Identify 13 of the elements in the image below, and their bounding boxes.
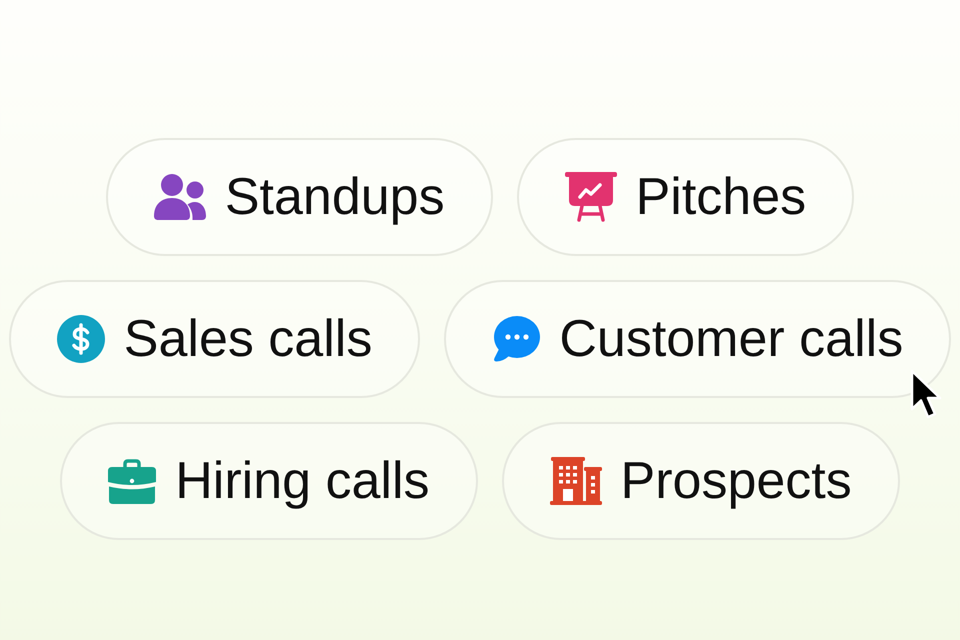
category-chip[interactable]: Prospects — [502, 422, 900, 540]
category-chip[interactable]: Pitches — [516, 138, 854, 256]
category-chip[interactable]: Customer calls — [444, 280, 952, 398]
chat-bubble-icon — [492, 316, 540, 362]
dollar-coin-icon — [56, 315, 105, 363]
category-chip[interactable]: Hiring calls — [60, 422, 478, 540]
presentation-board-icon — [564, 172, 617, 222]
building-icon — [550, 457, 602, 505]
category-chip[interactable]: Sales calls — [8, 280, 420, 398]
briefcase-icon — [108, 458, 156, 504]
mouse-pointer-icon — [909, 367, 943, 421]
category-chip[interactable]: Standups — [106, 138, 493, 256]
people-icon — [154, 174, 206, 220]
